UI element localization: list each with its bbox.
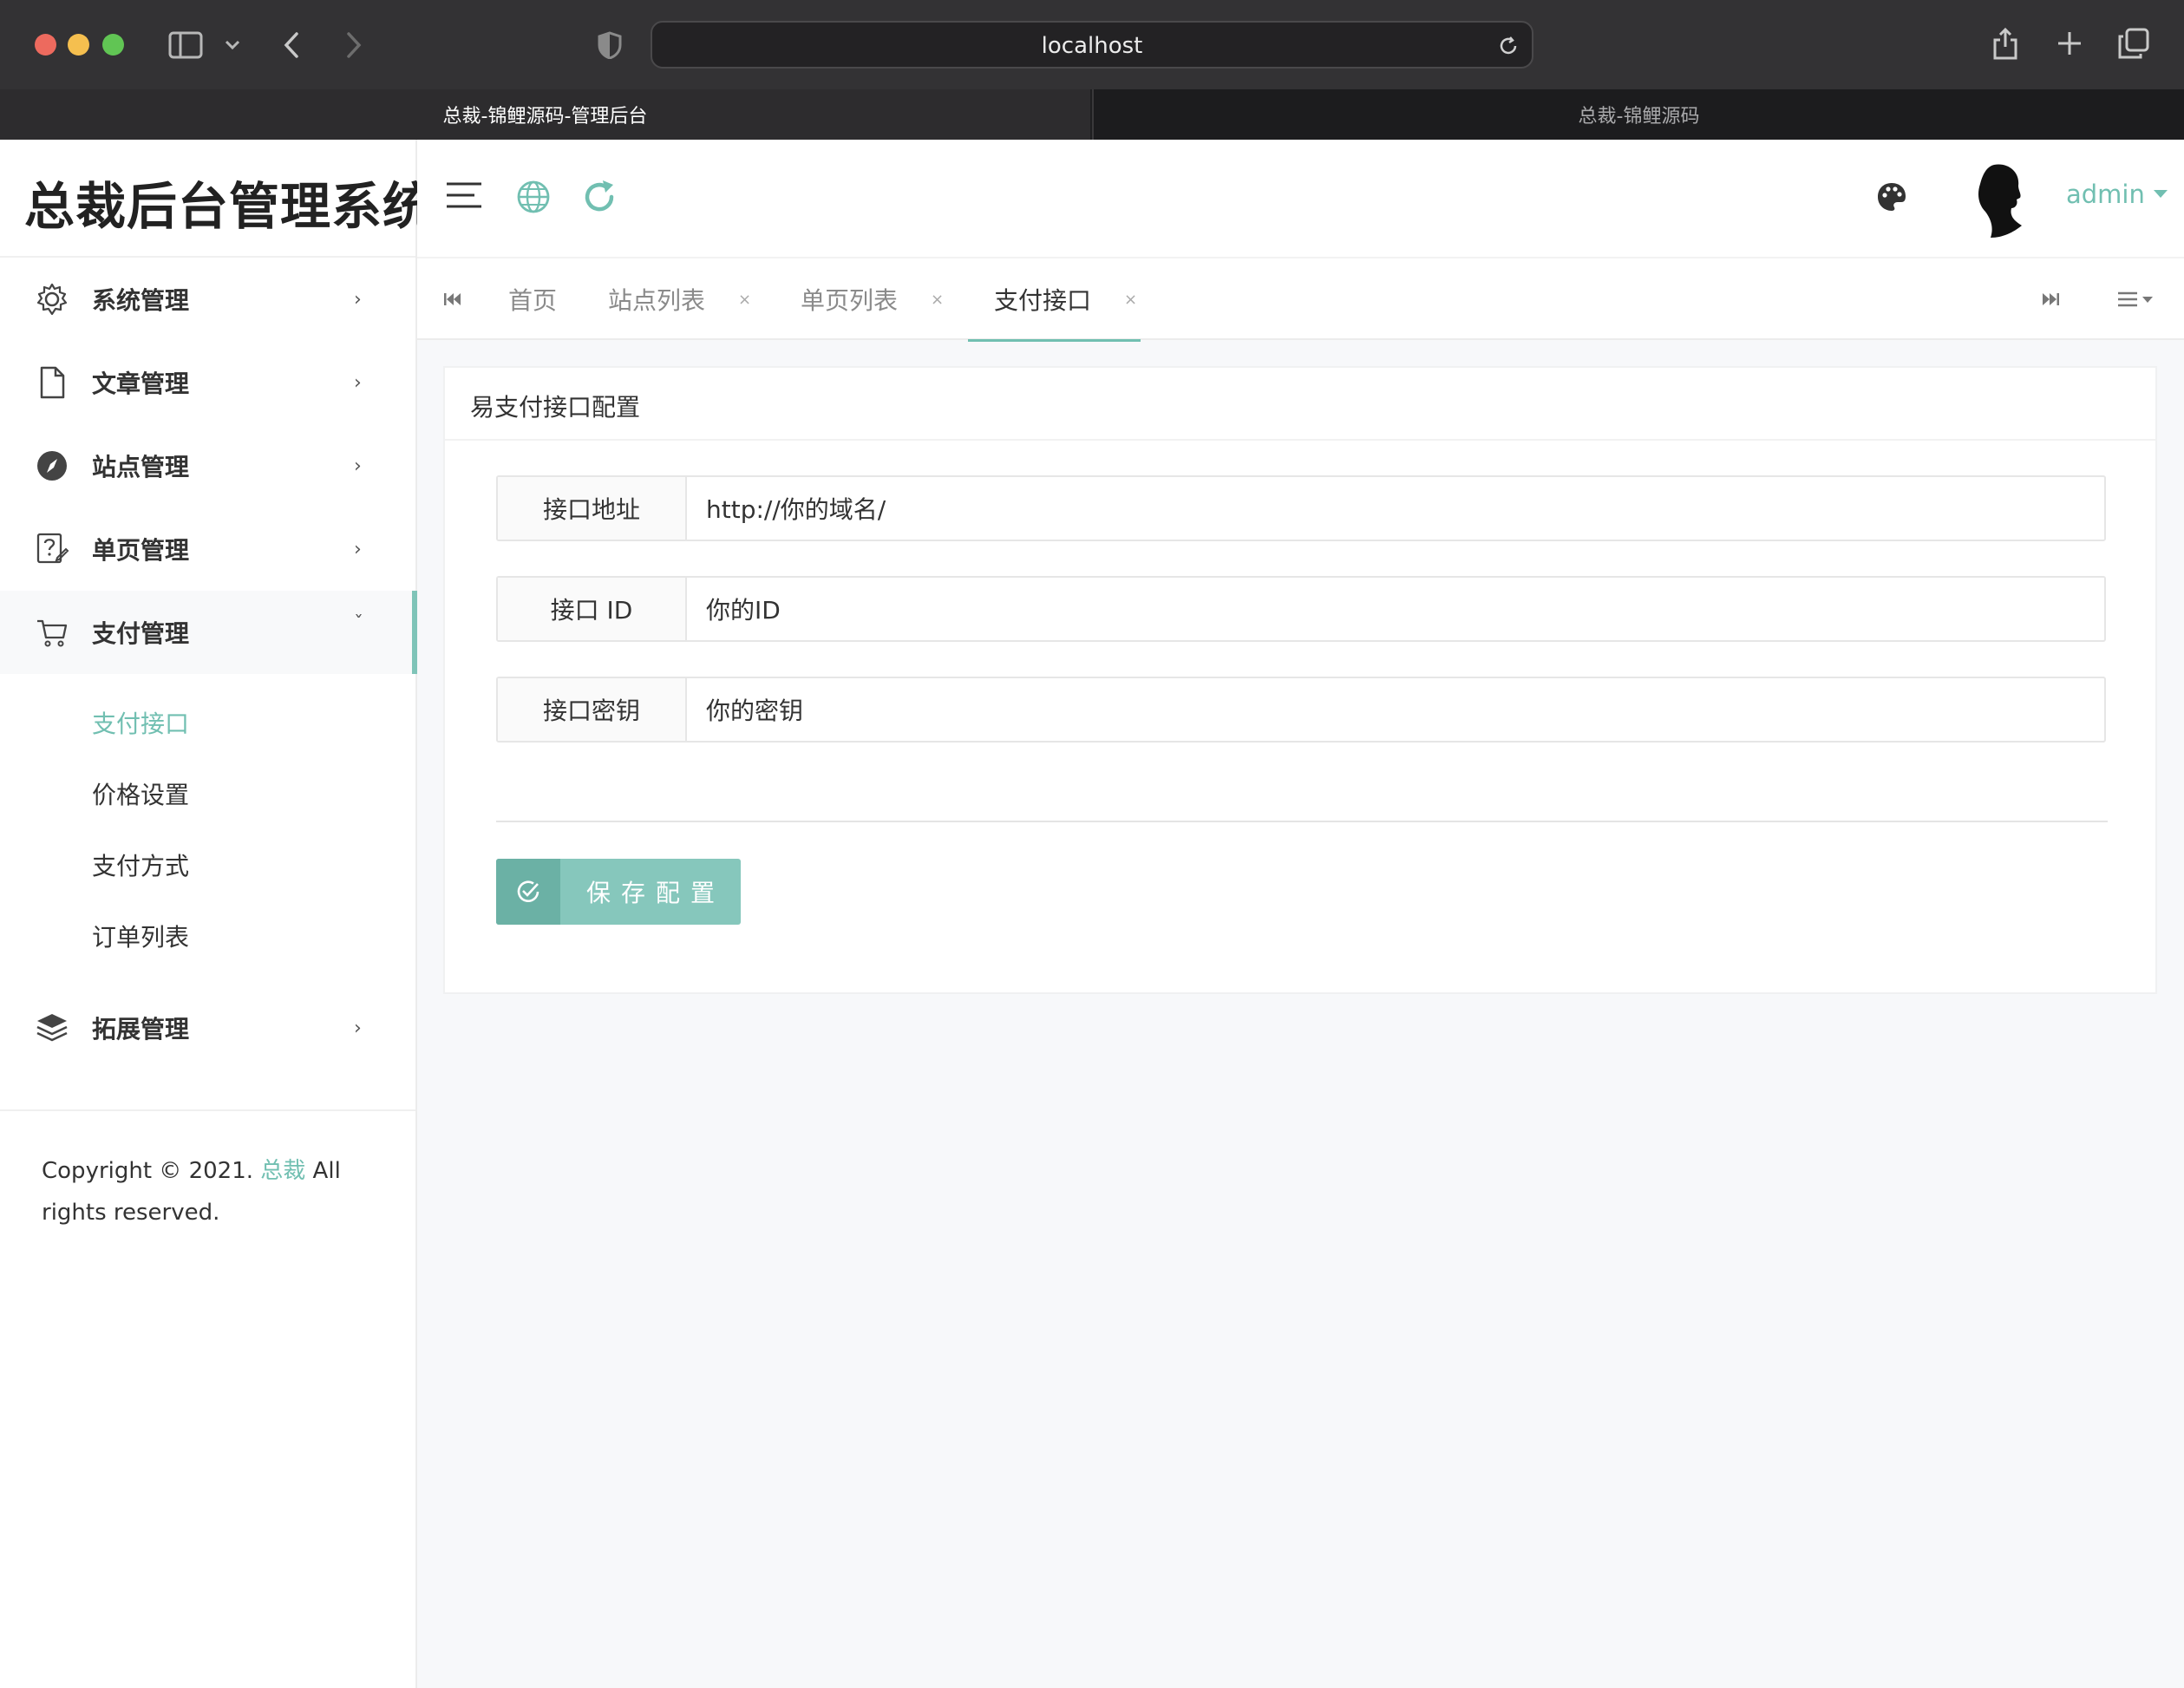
menu-label: 单页管理 xyxy=(92,536,190,565)
globe-icon[interactable] xyxy=(514,178,553,216)
tab-overview-icon[interactable] xyxy=(2116,26,2151,61)
user-menu[interactable]: admin xyxy=(2066,180,2145,209)
chevron-right-icon: › xyxy=(354,1017,362,1039)
back-icon[interactable] xyxy=(278,28,305,62)
submenu-item-orders[interactable]: 订单列表 xyxy=(92,919,189,953)
api-key-input[interactable] xyxy=(689,678,2102,741)
save-config-button[interactable]: 保存配置 xyxy=(496,859,741,925)
divider xyxy=(445,439,2155,441)
browser-tab-label: 总裁-锦鲤源码 xyxy=(1578,106,1700,128)
top-header: admin xyxy=(417,140,2184,257)
sidebar: 总裁后台管理系统 系统管理 › 文章管理 › 站点管理 › 单页管理 › 支付管… xyxy=(0,140,433,1688)
shield-icon[interactable] xyxy=(595,29,624,61)
page-tab-label: 首页 xyxy=(508,286,558,315)
menu-item-sites[interactable]: 站点管理 › xyxy=(0,424,415,507)
new-tab-icon[interactable] xyxy=(2054,28,2085,59)
chevron-down-icon: ˇ xyxy=(354,613,363,635)
field-label: 接口地址 xyxy=(498,477,687,540)
copyright-text: Copyright © 2021. 总裁 All rights reserved… xyxy=(42,1150,371,1233)
chevron-right-icon: › xyxy=(354,455,362,477)
api-url-input[interactable] xyxy=(689,477,2102,540)
page-tab-site-list[interactable]: 站点列表 × xyxy=(608,258,751,340)
menu-label: 文章管理 xyxy=(92,370,190,398)
caret-down-icon[interactable] xyxy=(2154,190,2168,198)
config-card: 易支付接口配置 接口地址 接口 ID 接口密钥 保存配置 xyxy=(443,366,2157,994)
copyright-prefix: Copyright © 2021. xyxy=(42,1158,261,1184)
divider xyxy=(0,1109,415,1111)
close-icon[interactable]: × xyxy=(1124,291,1137,309)
browser-toolbar: localhost xyxy=(0,0,2184,89)
page-tab-label: 站点列表 xyxy=(608,286,706,315)
menu-item-articles[interactable]: 文章管理 › xyxy=(0,341,415,424)
chevron-right-icon: › xyxy=(354,371,362,394)
browser-tab-admin[interactable]: 总裁-锦鲤源码-管理后台 xyxy=(0,89,1090,140)
page-tab-home[interactable]: 首页 xyxy=(508,258,557,340)
menu-item-pages[interactable]: 单页管理 › xyxy=(0,507,415,591)
layers-icon xyxy=(33,1009,71,1047)
submenu-item-payment-methods[interactable]: 支付方式 xyxy=(92,847,189,882)
browser-tab-label: 总裁-锦鲤源码-管理后台 xyxy=(442,106,648,128)
close-window-button[interactable] xyxy=(35,34,56,56)
url-text: localhost xyxy=(1041,33,1143,59)
menu-item-payment[interactable]: 支付管理 ˇ xyxy=(0,591,417,674)
gear-icon xyxy=(33,280,71,318)
browser-tab-site[interactable]: 总裁-锦鲤源码 xyxy=(1092,89,2184,140)
page-tab-page-list[interactable]: 单页列表 × xyxy=(801,258,944,340)
form-row-api-key: 接口密钥 xyxy=(496,677,2106,743)
menu-item-system[interactable]: 系统管理 › xyxy=(0,258,415,341)
menu-item-extensions[interactable]: 拓展管理 › xyxy=(0,986,415,1070)
save-button-label: 保存配置 xyxy=(586,879,726,907)
help-edit-icon xyxy=(33,530,71,568)
browser-tab-strip: 总裁-锦鲤源码-管理后台 总裁-锦鲤源码 xyxy=(0,89,2184,140)
share-icon[interactable] xyxy=(1990,24,2021,62)
zoom-window-button[interactable] xyxy=(102,34,124,56)
tab-scroll-left-icon[interactable] xyxy=(441,288,464,311)
palette-icon[interactable] xyxy=(1874,180,1909,214)
reload-icon[interactable] xyxy=(1495,33,1521,59)
cart-icon xyxy=(33,613,71,651)
form-row-api-url: 接口地址 xyxy=(496,475,2106,541)
api-id-input[interactable] xyxy=(689,578,2102,640)
form-row-api-id: 接口 ID xyxy=(496,576,2106,642)
menu-label: 系统管理 xyxy=(92,286,190,315)
browser-chrome: localhost 总裁-锦鲤源码-管理后台 总裁-锦鲤源码 xyxy=(0,0,2184,140)
menu-toggle-icon[interactable] xyxy=(445,178,483,213)
menu-label: 拓展管理 xyxy=(92,1015,190,1044)
app-logo: 总裁后台管理系统 xyxy=(24,177,435,236)
copyright-brand-link[interactable]: 总裁 xyxy=(260,1158,305,1184)
submenu-item-price-settings[interactable]: 价格设置 xyxy=(92,776,189,811)
chevron-right-icon: › xyxy=(354,288,362,311)
page-tab-payment-api[interactable]: 支付接口 × xyxy=(967,258,1141,342)
refresh-icon[interactable] xyxy=(580,178,618,216)
field-label: 接口密钥 xyxy=(498,678,687,741)
close-icon[interactable]: × xyxy=(931,291,944,309)
document-icon xyxy=(33,363,71,402)
tab-options-icon[interactable] xyxy=(2115,288,2159,311)
field-label: 接口 ID xyxy=(498,578,687,640)
chevron-right-icon: › xyxy=(354,538,362,560)
page-tab-bar: 首页 站点列表 × 单页列表 × 支付接口 × xyxy=(417,257,2184,342)
menu-label: 站点管理 xyxy=(92,453,190,481)
tab-scroll-right-icon[interactable] xyxy=(2039,288,2062,311)
close-icon[interactable]: × xyxy=(738,291,751,309)
divider xyxy=(496,821,2108,822)
forward-icon[interactable] xyxy=(340,28,368,62)
card-title: 易支付接口配置 xyxy=(470,393,641,422)
menu-label: 支付管理 xyxy=(92,619,190,648)
avatar[interactable] xyxy=(1966,162,2036,240)
minimize-window-button[interactable] xyxy=(68,34,89,56)
chevron-down-icon[interactable] xyxy=(222,35,243,56)
submenu-item-payment-api[interactable]: 支付接口 xyxy=(92,705,189,740)
check-circle-icon xyxy=(496,859,560,925)
sidebar-toggle-icon[interactable] xyxy=(167,28,205,62)
page-tab-label: 单页列表 xyxy=(801,286,899,315)
compass-icon xyxy=(33,447,71,485)
address-bar[interactable]: localhost xyxy=(651,21,1533,69)
page-tab-label: 支付接口 xyxy=(994,286,1092,315)
